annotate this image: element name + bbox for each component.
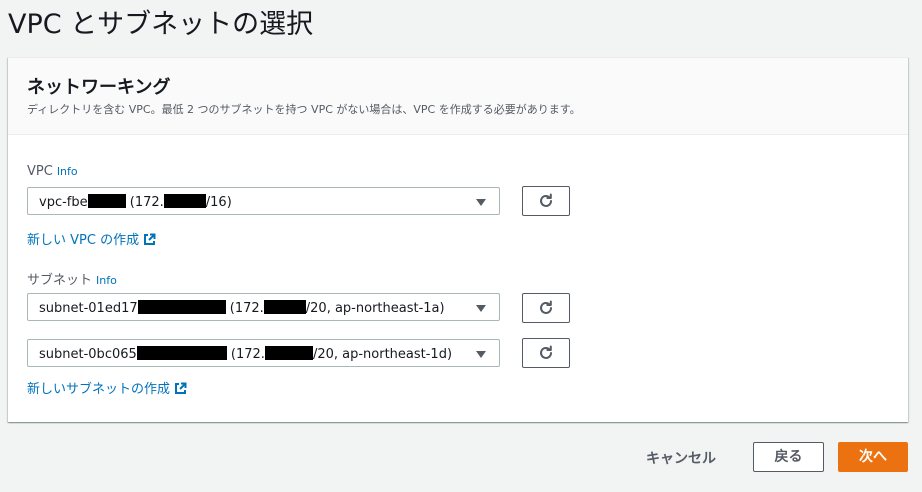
subnet-select-value: subnet-0bc065 (172./20, ap-northeast-1d) xyxy=(39,346,453,362)
redacted-block xyxy=(163,194,206,208)
caret-down-icon xyxy=(476,305,486,312)
cancel-button[interactable]: キャンセル xyxy=(646,448,716,468)
networking-panel: ネットワーキング ディレクトリを含む VPC。最低 2 つのサブネットを持つ V… xyxy=(8,57,908,422)
redacted-block xyxy=(264,346,313,360)
create-subnet-link[interactable]: 新しいサブネットの作成 xyxy=(27,378,187,397)
subnet-select-1[interactable]: subnet-01ed17 (172./20, ap-northeast-1a) xyxy=(27,293,500,321)
panel-title: ネットワーキング xyxy=(27,77,171,98)
vpc-label: VPC xyxy=(27,164,53,179)
subnet-refresh-button-1[interactable] xyxy=(522,293,570,323)
vpc-info-link[interactable]: Info xyxy=(57,165,78,178)
create-vpc-link[interactable]: 新しい VPC の作成 xyxy=(27,229,156,248)
subnet-refresh-button-2[interactable] xyxy=(522,338,570,368)
subnet-select-2[interactable]: subnet-0bc065 (172./20, ap-northeast-1d) xyxy=(27,339,500,367)
vpc-label-row: VPC Info xyxy=(27,164,78,179)
caret-down-icon xyxy=(476,199,486,206)
redacted-block xyxy=(263,300,306,314)
refresh-icon xyxy=(540,193,552,207)
subnet-select-value: subnet-01ed17 (172./20, ap-northeast-1a) xyxy=(39,300,445,316)
panel-description: ディレクトリを含む VPC。最低 2 つのサブネットを持つ VPC がない場合は… xyxy=(27,103,581,116)
refresh-icon xyxy=(540,300,552,314)
refresh-icon xyxy=(540,345,552,359)
redacted-block xyxy=(136,346,227,360)
redacted-block xyxy=(137,300,226,314)
page-title: VPC とサブネットの選択 xyxy=(8,9,314,40)
panel-header: ネットワーキング ディレクトリを含む VPC。最低 2 つのサブネットを持つ V… xyxy=(8,58,908,135)
vpc-refresh-button[interactable] xyxy=(522,186,570,216)
external-link-icon xyxy=(144,233,156,245)
subnet-label: サブネット xyxy=(27,273,93,288)
caret-down-icon xyxy=(476,351,486,358)
subnet-label-row: サブネット Info xyxy=(27,269,117,288)
external-link-icon xyxy=(175,382,187,394)
redacted-block xyxy=(87,194,126,208)
next-button[interactable]: 次へ xyxy=(838,442,908,472)
subnet-info-link[interactable]: Info xyxy=(96,274,117,287)
vpc-select-value: vpc-fbe (172./16) xyxy=(39,194,232,210)
vpc-select[interactable]: vpc-fbe (172./16) xyxy=(27,187,500,215)
back-button[interactable]: 戻る xyxy=(753,442,824,472)
